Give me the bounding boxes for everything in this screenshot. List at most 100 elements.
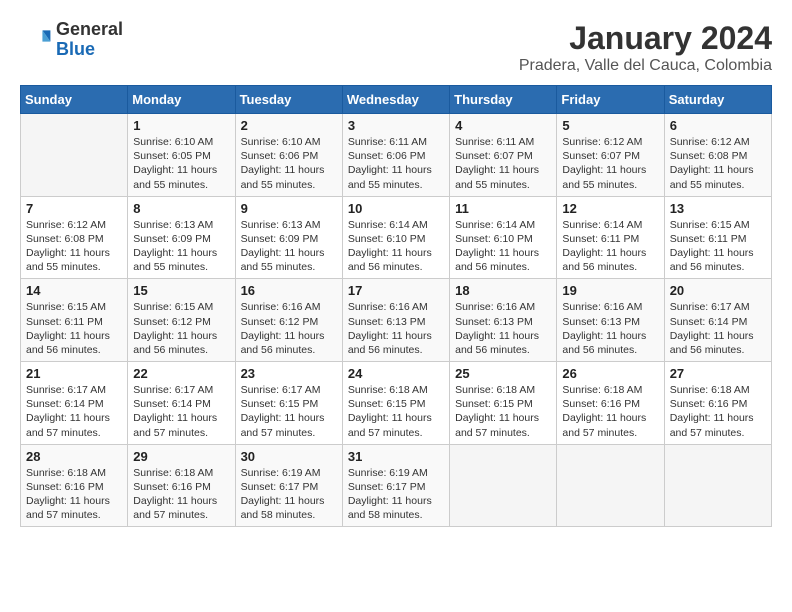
day-info: Sunrise: 6:12 AMSunset: 6:07 PMDaylight:… bbox=[562, 135, 658, 192]
page-title: January 2024 bbox=[519, 20, 772, 57]
day-number: 3 bbox=[348, 118, 444, 133]
day-cell: 11Sunrise: 6:14 AMSunset: 6:10 PMDayligh… bbox=[450, 196, 557, 279]
day-number: 5 bbox=[562, 118, 658, 133]
day-cell: 21 Sunrise: 6:17 AMSunset: 6:14 PMDayligh… bbox=[21, 362, 128, 445]
day-cell: 16 Sunrise: 6:16 AMSunset: 6:12 PMDayligh… bbox=[235, 279, 342, 362]
day-number: 31 bbox=[348, 449, 444, 464]
day-cell: 17 Sunrise: 6:16 AMSunset: 6:13 PMDayligh… bbox=[342, 279, 449, 362]
day-cell: 30Sunrise: 6:19 AMSunset: 6:17 PMDayligh… bbox=[235, 444, 342, 527]
day-cell: 12 Sunrise: 6:14 AMSunset: 6:11 PMDayligh… bbox=[557, 196, 664, 279]
logo-icon bbox=[20, 24, 52, 56]
day-number: 28 bbox=[26, 449, 122, 464]
day-cell: 15Sunrise: 6:15 AMSunset: 6:12 PMDayligh… bbox=[128, 279, 235, 362]
day-number: 18 bbox=[455, 283, 551, 298]
day-cell: 29 Sunrise: 6:18 AMSunset: 6:16 PMDayligh… bbox=[128, 444, 235, 527]
logo: General Blue bbox=[20, 20, 123, 60]
day-cell: 20Sunrise: 6:17 AMSunset: 6:14 PMDayligh… bbox=[664, 279, 771, 362]
day-number: 22 bbox=[133, 366, 229, 381]
day-number: 27 bbox=[670, 366, 766, 381]
day-cell: 24 Sunrise: 6:18 AMSunset: 6:15 PMDayligh… bbox=[342, 362, 449, 445]
header-row: SundayMondayTuesdayWednesdayThursdayFrid… bbox=[21, 86, 772, 114]
header-cell-saturday: Saturday bbox=[664, 86, 771, 114]
day-info: Sunrise: 6:17 AMSunset: 6:14 PMDaylight:… bbox=[26, 383, 122, 440]
day-number: 23 bbox=[241, 366, 337, 381]
day-cell: 8 Sunrise: 6:13 AMSunset: 6:09 PMDaylight… bbox=[128, 196, 235, 279]
day-info: Sunrise: 6:12 AMSunset: 6:08 PMDaylight:… bbox=[670, 135, 766, 192]
day-info: Sunrise: 6:17 AMSunset: 6:15 PMDaylight:… bbox=[241, 383, 337, 440]
day-info: Sunrise: 6:18 AMSunset: 6:16 PMDaylight:… bbox=[562, 383, 658, 440]
day-number: 24 bbox=[348, 366, 444, 381]
day-cell: 5 Sunrise: 6:12 AMSunset: 6:07 PMDaylight… bbox=[557, 114, 664, 197]
day-cell: 10 Sunrise: 6:14 AMSunset: 6:10 PMDayligh… bbox=[342, 196, 449, 279]
day-cell: 22 Sunrise: 6:17 AMSunset: 6:14 PMDayligh… bbox=[128, 362, 235, 445]
week-row-4: 21 Sunrise: 6:17 AMSunset: 6:14 PMDayligh… bbox=[21, 362, 772, 445]
day-cell: 4Sunrise: 6:11 AMSunset: 6:07 PMDaylight… bbox=[450, 114, 557, 197]
day-number: 15 bbox=[133, 283, 229, 298]
day-cell: 19 Sunrise: 6:16 AMSunset: 6:13 PMDayligh… bbox=[557, 279, 664, 362]
day-cell: 14 Sunrise: 6:15 AMSunset: 6:11 PMDayligh… bbox=[21, 279, 128, 362]
day-cell: 25 Sunrise: 6:18 AMSunset: 6:15 PMDayligh… bbox=[450, 362, 557, 445]
day-info: Sunrise: 6:14 AMSunset: 6:11 PMDaylight:… bbox=[562, 218, 658, 275]
day-cell: 31 Sunrise: 6:19 AMSunset: 6:17 PMDayligh… bbox=[342, 444, 449, 527]
day-info: Sunrise: 6:18 AMSunset: 6:15 PMDaylight:… bbox=[455, 383, 551, 440]
day-number: 9 bbox=[241, 201, 337, 216]
day-number: 12 bbox=[562, 201, 658, 216]
day-number: 14 bbox=[26, 283, 122, 298]
logo-general-text: General bbox=[56, 20, 123, 40]
header-cell-friday: Friday bbox=[557, 86, 664, 114]
day-info: Sunrise: 6:10 AMSunset: 6:06 PMDaylight:… bbox=[241, 135, 337, 192]
day-number: 25 bbox=[455, 366, 551, 381]
day-cell bbox=[557, 444, 664, 527]
day-info: Sunrise: 6:16 AMSunset: 6:13 PMDaylight:… bbox=[562, 300, 658, 357]
day-cell bbox=[664, 444, 771, 527]
day-cell: 3 Sunrise: 6:11 AMSunset: 6:06 PMDaylight… bbox=[342, 114, 449, 197]
header-cell-sunday: Sunday bbox=[21, 86, 128, 114]
day-number: 21 bbox=[26, 366, 122, 381]
day-cell: 26 Sunrise: 6:18 AMSunset: 6:16 PMDayligh… bbox=[557, 362, 664, 445]
week-row-5: 28 Sunrise: 6:18 AMSunset: 6:16 PMDayligh… bbox=[21, 444, 772, 527]
day-cell: 9 Sunrise: 6:13 AMSunset: 6:09 PMDaylight… bbox=[235, 196, 342, 279]
title-block: January 2024 Pradera, Valle del Cauca, C… bbox=[519, 20, 772, 75]
day-number: 8 bbox=[133, 201, 229, 216]
day-info: Sunrise: 6:16 AMSunset: 6:12 PMDaylight:… bbox=[241, 300, 337, 357]
day-info: Sunrise: 6:11 AMSunset: 6:06 PMDaylight:… bbox=[348, 135, 444, 192]
day-cell bbox=[21, 114, 128, 197]
day-info: Sunrise: 6:14 AMSunset: 6:10 PMDaylight:… bbox=[455, 218, 551, 275]
day-cell: 13 Sunrise: 6:15 AMSunset: 6:11 PMDayligh… bbox=[664, 196, 771, 279]
day-info: Sunrise: 6:18 AMSunset: 6:16 PMDaylight:… bbox=[670, 383, 766, 440]
day-info: Sunrise: 6:13 AMSunset: 6:09 PMDaylight:… bbox=[133, 218, 229, 275]
week-row-2: 7Sunrise: 6:12 AMSunset: 6:08 PMDaylight… bbox=[21, 196, 772, 279]
day-info: Sunrise: 6:19 AMSunset: 6:17 PMDaylight:… bbox=[348, 466, 444, 523]
header-cell-monday: Monday bbox=[128, 86, 235, 114]
day-info: Sunrise: 6:15 AMSunset: 6:11 PMDaylight:… bbox=[26, 300, 122, 357]
day-number: 16 bbox=[241, 283, 337, 298]
day-cell: 18Sunrise: 6:16 AMSunset: 6:13 PMDayligh… bbox=[450, 279, 557, 362]
day-cell: 27 Sunrise: 6:18 AMSunset: 6:16 PMDayligh… bbox=[664, 362, 771, 445]
day-info: Sunrise: 6:15 AMSunset: 6:11 PMDaylight:… bbox=[670, 218, 766, 275]
day-info: Sunrise: 6:18 AMSunset: 6:16 PMDaylight:… bbox=[133, 466, 229, 523]
week-row-3: 14 Sunrise: 6:15 AMSunset: 6:11 PMDayligh… bbox=[21, 279, 772, 362]
day-number: 6 bbox=[670, 118, 766, 133]
day-info: Sunrise: 6:13 AMSunset: 6:09 PMDaylight:… bbox=[241, 218, 337, 275]
day-number: 30 bbox=[241, 449, 337, 464]
day-number: 17 bbox=[348, 283, 444, 298]
day-number: 1 bbox=[133, 118, 229, 133]
day-number: 19 bbox=[562, 283, 658, 298]
day-info: Sunrise: 6:14 AMSunset: 6:10 PMDaylight:… bbox=[348, 218, 444, 275]
day-number: 20 bbox=[670, 283, 766, 298]
day-info: Sunrise: 6:17 AMSunset: 6:14 PMDaylight:… bbox=[133, 383, 229, 440]
logo-blue-text: Blue bbox=[56, 40, 123, 60]
day-number: 13 bbox=[670, 201, 766, 216]
day-cell: 7Sunrise: 6:12 AMSunset: 6:08 PMDaylight… bbox=[21, 196, 128, 279]
header-cell-wednesday: Wednesday bbox=[342, 86, 449, 114]
day-cell: 2Sunrise: 6:10 AMSunset: 6:06 PMDaylight… bbox=[235, 114, 342, 197]
day-info: Sunrise: 6:18 AMSunset: 6:15 PMDaylight:… bbox=[348, 383, 444, 440]
day-info: Sunrise: 6:11 AMSunset: 6:07 PMDaylight:… bbox=[455, 135, 551, 192]
day-info: Sunrise: 6:12 AMSunset: 6:08 PMDaylight:… bbox=[26, 218, 122, 275]
day-number: 10 bbox=[348, 201, 444, 216]
day-number: 26 bbox=[562, 366, 658, 381]
day-info: Sunrise: 6:16 AMSunset: 6:13 PMDaylight:… bbox=[348, 300, 444, 357]
day-number: 29 bbox=[133, 449, 229, 464]
day-cell: 23 Sunrise: 6:17 AMSunset: 6:15 PMDayligh… bbox=[235, 362, 342, 445]
day-info: Sunrise: 6:10 AMSunset: 6:05 PMDaylight:… bbox=[133, 135, 229, 192]
